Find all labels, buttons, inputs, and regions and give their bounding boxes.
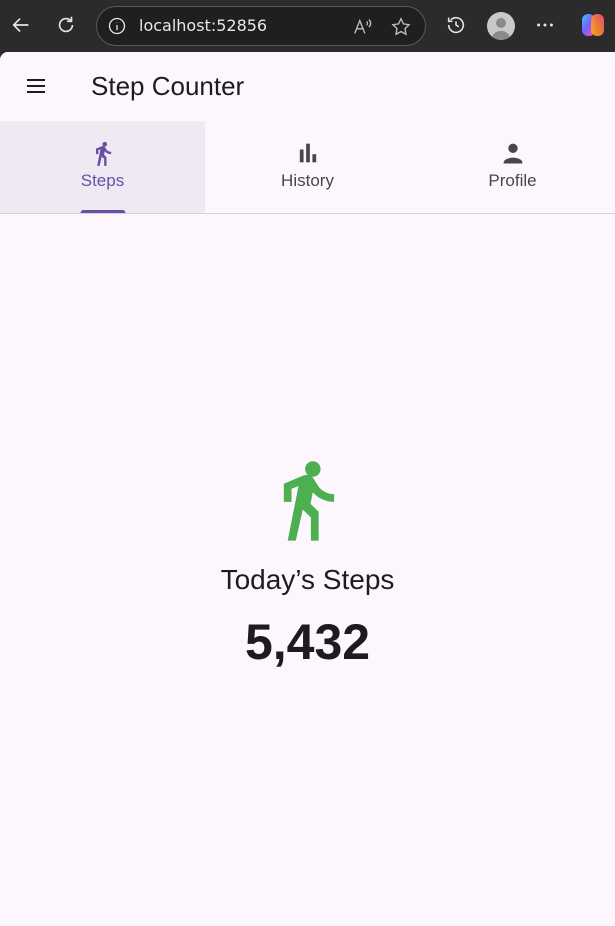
history-icon: [447, 16, 465, 34]
bar-chart-icon: [299, 143, 316, 163]
tab-steps[interactable]: Steps: [0, 121, 205, 213]
address-bar[interactable]: localhost:52856: [96, 6, 426, 46]
steps-panel: Today’s Steps 5,432: [0, 214, 615, 926]
url-text[interactable]: localhost:52856: [139, 16, 267, 36]
active-tab-indicator: [80, 210, 125, 213]
page-title: Step Counter: [91, 71, 245, 101]
app-bar: Step Counter: [0, 52, 615, 120]
tab-history[interactable]: History: [205, 121, 410, 213]
browser-toolbar: localhost:52856: [0, 0, 615, 52]
menu-button[interactable]: [16, 66, 56, 106]
tab-profile[interactable]: Profile: [410, 121, 615, 213]
walk-icon: [283, 461, 334, 541]
step-count-value: 5,432: [244, 614, 371, 670]
info-icon[interactable]: [107, 16, 127, 36]
tab-bar: Steps History Profile: [0, 121, 615, 214]
person-icon: [491, 18, 511, 40]
tab-label: Profile: [488, 171, 537, 190]
read-aloud-icon[interactable]: [352, 16, 374, 38]
favorite-star-icon[interactable]: [390, 16, 412, 38]
profile-avatar[interactable]: [487, 12, 515, 40]
back-arrow-icon: [12, 17, 29, 33]
history-button[interactable]: [439, 8, 473, 42]
tab-label: Steps: [80, 171, 125, 190]
back-button[interactable]: [4, 8, 38, 42]
refresh-button[interactable]: [49, 8, 83, 42]
more-horizontal-icon: [537, 23, 553, 27]
person-icon: [503, 143, 522, 164]
walk-icon: [95, 141, 111, 166]
refresh-icon: [58, 16, 74, 33]
todays-steps-heading: Today’s Steps: [220, 564, 395, 595]
copilot-icon[interactable]: [579, 11, 607, 39]
app-window: Step Counter Steps History Profile Today…: [0, 52, 615, 926]
hamburger-menu-icon: [27, 79, 45, 93]
tab-label: History: [281, 171, 334, 190]
more-options-button[interactable]: [528, 8, 562, 42]
